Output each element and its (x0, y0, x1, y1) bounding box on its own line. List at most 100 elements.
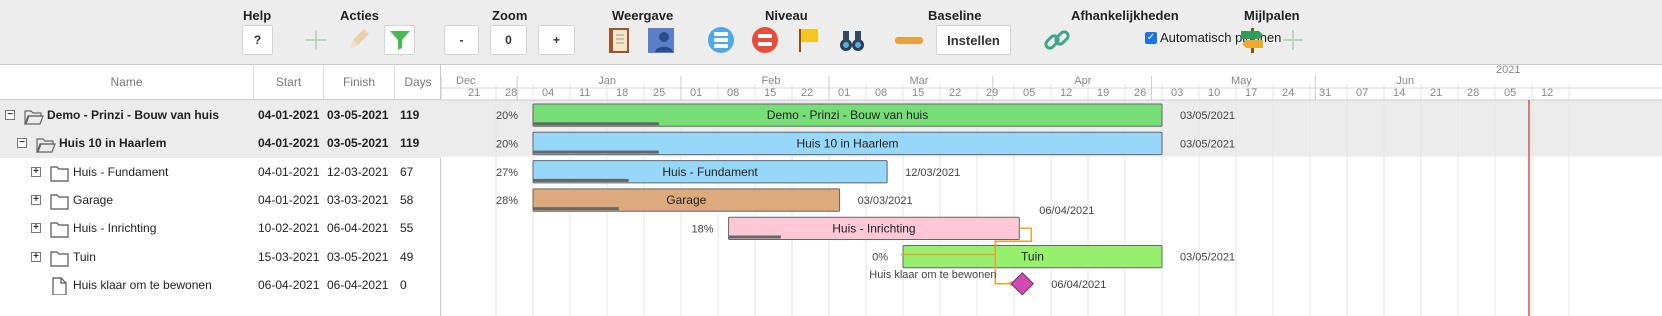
help-button[interactable]: ? (242, 25, 273, 55)
table-row[interactable]: + Huis - Fundament 04-01-2021 12-03-2021 67 (0, 157, 441, 187)
bar-label[interactable]: Huis - Fundament (662, 165, 758, 179)
zoom-group-title: Zoom (492, 8, 528, 23)
end-date-label: 12/03/2021 (905, 167, 960, 179)
expand-toggle-icon[interactable]: + (31, 194, 41, 205)
milestone-signpost-button[interactable] (1236, 25, 1267, 55)
expand-all-button[interactable] (705, 25, 736, 55)
link-icon (1043, 30, 1070, 50)
table-row[interactable]: − Huis 10 in Haarlem 04-01-2021 03-05-2021 1… (0, 128, 441, 159)
expand-toggle-icon[interactable]: + (31, 166, 41, 177)
bar-label[interactable]: Tuin (1021, 250, 1044, 264)
percent-label: 20% (496, 110, 518, 122)
end-date-label: 03/05/2021 (1180, 110, 1235, 122)
table-row[interactable]: + Huis - Inrichting 10-02-2021 06-04-2021 55 (0, 213, 441, 243)
collapse-toggle-icon[interactable]: − (17, 138, 27, 149)
end-date-label: 03/05/2021 (1180, 138, 1235, 150)
week-tick-label: 17 (1245, 87, 1257, 99)
start-date-cell: 10-02-2021 (258, 221, 320, 236)
users-icon (647, 28, 674, 53)
progress-bar[interactable] (728, 235, 781, 239)
week-tick-label: 14 (1393, 87, 1405, 99)
table-row[interactable]: + Tuin 15-03-2021 03-05-2021 49 (0, 242, 441, 272)
help-group-title: Help (243, 8, 272, 23)
week-tick-label: 25 (653, 87, 665, 99)
notebook-icon (608, 28, 629, 53)
bar-label[interactable]: Huis - Inrichting (832, 221, 915, 235)
progress-bar[interactable] (533, 207, 619, 211)
bar-label[interactable]: Demo - Prinzi - Bouw van huis (767, 108, 928, 122)
folder-open-icon (36, 138, 56, 153)
task-name-cell: Huis klaar om te bewonen (73, 277, 212, 292)
flag-button[interactable] (792, 25, 823, 55)
percent-label: 18% (692, 223, 714, 235)
year-label: 2021 (1496, 64, 1520, 76)
add-milestone-button[interactable] (1277, 25, 1308, 55)
bar-label[interactable]: Garage (666, 193, 706, 207)
gantt-chart: 2021 Dec Jan Feb Mar Apr May Jun 21 28 04 11 18 25 01 0… (441, 64, 1662, 316)
week-tick-label: 08 (727, 87, 739, 99)
column-header-name[interactable]: Name (0, 64, 254, 100)
flag-icon (798, 29, 818, 52)
add-task-button[interactable] (300, 25, 331, 55)
finish-date-cell: 03-05-2021 (327, 249, 389, 264)
column-header-finish[interactable]: Finish (324, 64, 395, 100)
signpost-icon (1240, 28, 1263, 53)
collapse-all-button[interactable] (749, 25, 780, 55)
baseline-set-button[interactable]: Instellen (936, 25, 1011, 55)
task-name-cell: Tuin (73, 249, 96, 264)
table-row[interactable]: − Demo - Prinzi - Bouw van huis 04-01-2021… (0, 100, 441, 130)
resources-view-button[interactable] (645, 25, 676, 55)
table-row[interactable]: Huis klaar om te bewonen 06-04-2021 06-04-… (0, 270, 441, 300)
month-label: Jun (1396, 75, 1414, 87)
week-tick-label: 19 (1097, 87, 1109, 99)
task-grid: Name Start Finish Days − Demo - Prinzi - … (0, 64, 441, 316)
weergave-group-title: Weergave (612, 8, 674, 23)
finish-date-cell: 03-05-2021 (327, 136, 389, 151)
week-tick-label: 05 (1504, 87, 1516, 99)
task-name-cell: Huis 10 in Haarlem (59, 136, 167, 151)
baseline-toggle-button[interactable] (893, 25, 924, 55)
month-label: Dec (456, 75, 476, 87)
start-date-cell: 04-01-2021 (258, 164, 320, 179)
file-icon (52, 277, 67, 295)
filter-button[interactable] (384, 25, 415, 55)
folder-icon (50, 165, 69, 182)
start-date-cell: 04-01-2021 (258, 136, 320, 151)
week-tick-label: 08 (875, 87, 887, 99)
month-label: May (1231, 75, 1252, 87)
binoculars-icon (839, 31, 864, 51)
zoom-out-button[interactable]: - (444, 25, 479, 55)
column-header-start[interactable]: Start (254, 64, 324, 100)
week-tick-label: 04 (542, 87, 554, 99)
notes-view-button[interactable] (603, 25, 634, 55)
progress-bar[interactable] (533, 150, 659, 154)
finish-date-cell: 12-03-2021 (327, 164, 389, 179)
edit-task-button[interactable] (342, 25, 373, 55)
table-row[interactable]: + Garage 04-01-2021 03-03-2021 58 (0, 185, 441, 215)
progress-bar[interactable] (533, 178, 629, 182)
bar-label[interactable]: Huis 10 in Haarlem (796, 136, 898, 150)
end-date-label: 03/03/2021 (858, 195, 913, 207)
expand-toggle-icon[interactable]: + (31, 223, 41, 234)
afhankelijkheden-group-title: Afhankelijkheden (1071, 8, 1179, 23)
task-name-cell: Huis - Inrichting (73, 221, 157, 236)
progress-bar[interactable] (533, 122, 659, 126)
week-tick-label: 28 (505, 87, 517, 99)
expand-toggle-icon[interactable]: + (31, 251, 41, 262)
month-label: Jan (598, 75, 616, 87)
week-tick-label: 12 (1541, 87, 1553, 99)
week-tick-label: 12 (1060, 87, 1072, 99)
collapse-toggle-icon[interactable]: − (5, 110, 15, 120)
week-tick-label: 15 (764, 87, 776, 99)
dependency-link-button[interactable] (1041, 25, 1072, 55)
week-tick-label: 01 (838, 87, 850, 99)
percent-label: 20% (496, 138, 518, 150)
zoom-in-button[interactable]: + (538, 25, 575, 55)
milestone-date-label: 06/04/2021 (1051, 279, 1106, 291)
find-button[interactable] (836, 25, 867, 55)
finish-date-cell: 03-03-2021 (327, 192, 389, 207)
month-label: Mar (910, 75, 929, 87)
column-header-days[interactable]: Days (395, 64, 441, 100)
week-tick-label: 29 (986, 87, 998, 99)
milestone-name-label: Huis klaar om te bewonen (869, 269, 996, 281)
